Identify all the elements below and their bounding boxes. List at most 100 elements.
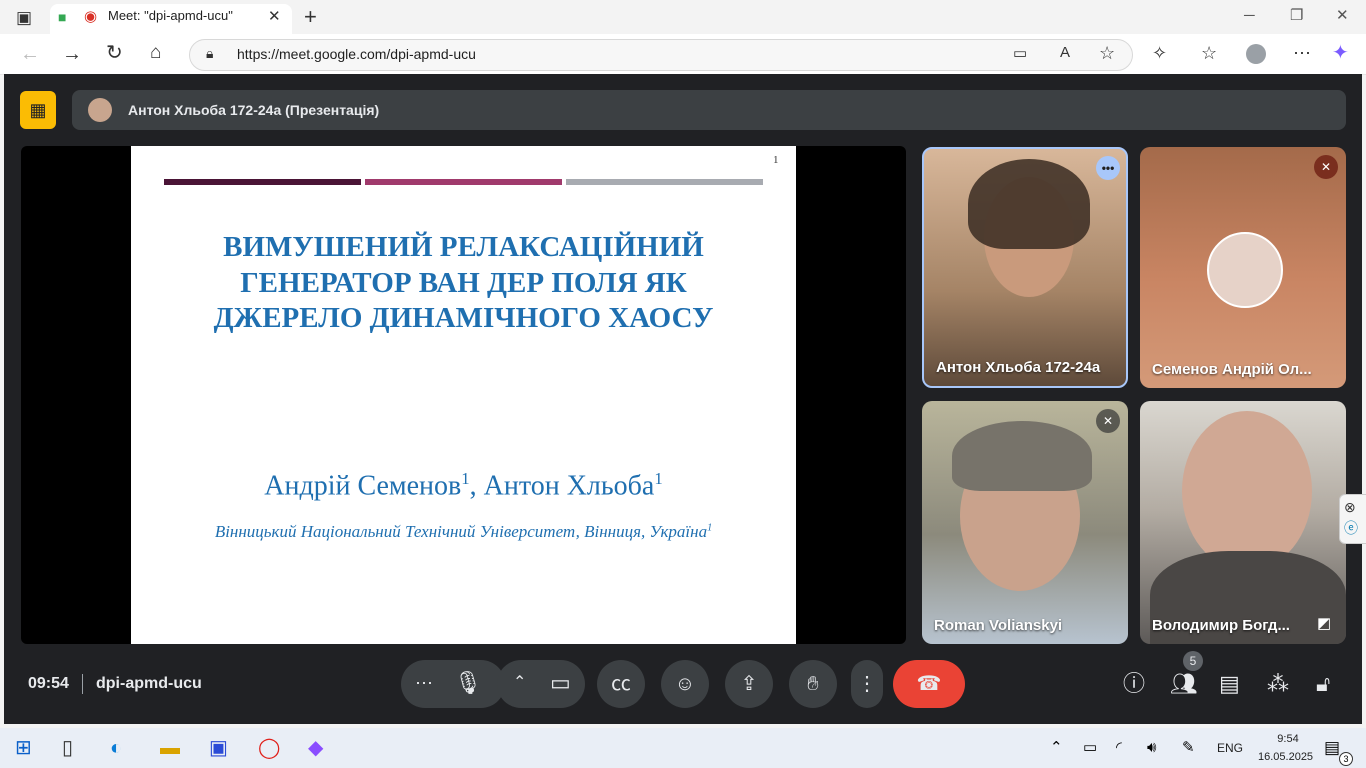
meeting-clock: 09:54 xyxy=(28,675,69,692)
participant-avatar xyxy=(1207,232,1283,308)
opera-icon[interactable]: ◯ xyxy=(258,736,280,760)
camera-group xyxy=(497,660,585,708)
affiliation-sup: 1 xyxy=(707,522,713,534)
wifi-icon[interactable]: ◜ xyxy=(1116,736,1122,760)
windows-taskbar xyxy=(0,728,1366,768)
presentation-slide xyxy=(131,146,796,644)
more-options-button[interactable]: ⋮ xyxy=(851,660,883,708)
back-icon[interactable]: ← xyxy=(20,44,40,64)
participant-name: Roman Volianskyi xyxy=(934,617,1063,634)
pen-icon[interactable]: ✎ xyxy=(1182,736,1195,760)
activities-icon[interactable]: ⁂ xyxy=(1267,672,1289,696)
participant-tile[interactable]: ✕ Семенов Андрій Ол... xyxy=(1140,147,1346,388)
read-aloud-icon[interactable]: A xyxy=(1060,45,1070,60)
slide-bar-3 xyxy=(566,179,763,185)
camera-icon[interactable]: ▭ xyxy=(550,672,571,694)
task-view-icon[interactable]: ▯ xyxy=(62,736,73,760)
participant-video xyxy=(1182,411,1312,571)
author-separator: , xyxy=(469,470,484,502)
notifications-count: 3 xyxy=(1339,752,1353,766)
recording-icon: ◉ xyxy=(84,8,98,25)
input-language[interactable]: ENG xyxy=(1217,741,1243,755)
profile-avatar[interactable] xyxy=(1246,44,1266,64)
copilot-icon[interactable]: ✦ xyxy=(1332,43,1349,63)
more-options-icon[interactable]: ••• xyxy=(1096,156,1120,180)
presenting-icon[interactable]: ▦ xyxy=(20,91,56,129)
edge-icon[interactable]: ◐ xyxy=(110,736,122,760)
raise-hand-button[interactable]: ✋︎ xyxy=(789,660,837,708)
tab-title: Meet: "dpi-apmd-ucu" xyxy=(108,8,233,23)
tab-actions-icon[interactable]: ▣ xyxy=(16,9,32,26)
author-2-sup: 1 xyxy=(654,469,663,488)
more-menu-icon[interactable]: ⋯ xyxy=(1293,44,1311,62)
camera-in-use-icon[interactable]: ▭ xyxy=(1013,46,1027,61)
slide-authors: Андрій Семенов1, Антон Хльоба1 xyxy=(131,469,796,502)
refresh-icon[interactable]: ↻ xyxy=(106,43,123,63)
audio-options-icon[interactable]: ⋯ xyxy=(415,674,433,692)
participant-hair xyxy=(952,421,1092,491)
participant-name: Володимир Богд... xyxy=(1152,617,1290,634)
picture-in-picture-icon[interactable]: ◩ xyxy=(1317,616,1331,631)
mic-off-icon: ✕ xyxy=(1314,155,1338,179)
presenter-avatar xyxy=(88,98,112,122)
extensions-icon[interactable]: ✧ xyxy=(1152,44,1167,62)
people-count-badge: 5 xyxy=(1183,651,1203,671)
taskbar-date[interactable]: 16.05.2025 xyxy=(1258,751,1313,763)
hand-icon: ✋︎ xyxy=(807,673,819,695)
slide-affiliation: Вінницький Національний Технічний Універ… xyxy=(131,522,796,542)
meeting-code: dpi-apmd-ucu xyxy=(96,675,202,692)
slide-bar-1 xyxy=(164,179,361,185)
taskbar-time[interactable]: 9:54 xyxy=(1270,733,1306,745)
favorite-star-icon[interactable]: ☆ xyxy=(1099,44,1115,62)
host-controls-icon[interactable]: 🔓︎ xyxy=(1316,672,1330,696)
leave-call-button[interactable]: ☎︎ xyxy=(893,660,965,708)
home-icon[interactable]: ⌂ xyxy=(150,43,161,62)
battery-icon[interactable]: ▭ xyxy=(1083,736,1097,760)
minimize-icon[interactable]: ─ xyxy=(1244,8,1255,23)
file-explorer-icon[interactable]: ▬ xyxy=(160,736,180,760)
notifications-icon[interactable]: ▤ xyxy=(1324,736,1340,760)
restore-icon[interactable]: ❐ xyxy=(1290,8,1303,23)
reactions-button[interactable]: ☺ xyxy=(661,660,709,708)
vertical-dots-icon: ⋮ xyxy=(857,673,877,695)
edge-widget-icon[interactable]: ⓔ xyxy=(1344,521,1358,535)
video-options-icon[interactable]: ⌃ xyxy=(513,675,526,691)
volume-icon[interactable]: 🔊︎ xyxy=(1147,736,1156,760)
author-1: Андрій Семенов xyxy=(264,470,462,502)
slide-title-line: ВИМУШЕНИЙ РЕЛАКСАЦІЙНИЙ xyxy=(223,231,704,263)
participant-tile[interactable]: ◩ Володимир Богд... xyxy=(1140,401,1346,644)
app-drop-icon[interactable]: ◆ xyxy=(308,736,323,760)
microphone-icon[interactable]: 🎙︎ xyxy=(454,672,482,694)
captions-button[interactable]: ㏄ xyxy=(597,660,645,708)
participant-hair xyxy=(968,159,1090,249)
participant-name: Семенов Андрій Ол... xyxy=(1152,361,1312,378)
mic-off-icon: ✕ xyxy=(1096,409,1120,433)
lock-icon[interactable]: 🔒︎ xyxy=(206,46,213,60)
participant-tile[interactable]: ••• Антон Хльоба 172-24а xyxy=(922,147,1128,388)
slide-title-line: ДЖЕРЕЛО ДИНАМІЧНОГО ХАОСУ xyxy=(213,302,714,334)
close-widget-icon[interactable]: ⊗ xyxy=(1344,500,1356,514)
info-icon[interactable]: ⓘ xyxy=(1123,672,1145,696)
emoji-icon: ☺ xyxy=(674,673,696,695)
participant-name: Антон Хльоба 172-24а xyxy=(936,359,1101,376)
favorites-icon[interactable]: ☆ xyxy=(1201,44,1217,62)
participant-tile[interactable]: ✕ Roman Volianskyi xyxy=(922,401,1128,644)
show-hidden-icons-icon[interactable]: ⌃ xyxy=(1050,736,1063,760)
captions-icon: ㏄ xyxy=(611,673,631,695)
people-icon[interactable]: 👥︎ xyxy=(1170,672,1198,696)
present-button[interactable]: ⇪ xyxy=(725,660,773,708)
slide-number: 1 xyxy=(773,154,779,166)
start-icon[interactable]: ⊞ xyxy=(15,736,32,760)
affiliation-text: Вінницький Національний Технічний Універ… xyxy=(214,522,708,541)
new-tab-button[interactable]: + xyxy=(304,6,317,28)
forward-icon[interactable]: → xyxy=(62,44,82,64)
author-2: Антон Хльоба xyxy=(483,470,655,502)
close-tab-icon[interactable]: ✕ xyxy=(268,9,281,24)
presenter-label: Антон Хльоба 172-24а (Презентація) xyxy=(128,102,380,118)
chat-icon[interactable]: ▤ xyxy=(1219,672,1240,696)
save-app-icon[interactable]: ▣ xyxy=(209,736,228,760)
slide-title: ВИМУШЕНИЙ РЕЛАКСАЦІЙНИЙ ГЕНЕРАТОР ВАН ДЕ… xyxy=(131,230,796,337)
close-window-icon[interactable]: ✕ xyxy=(1336,8,1349,23)
url-text[interactable]: https://meet.google.com/dpi-apmd-ucu xyxy=(237,46,476,62)
hangup-icon: ☎︎ xyxy=(916,673,942,695)
